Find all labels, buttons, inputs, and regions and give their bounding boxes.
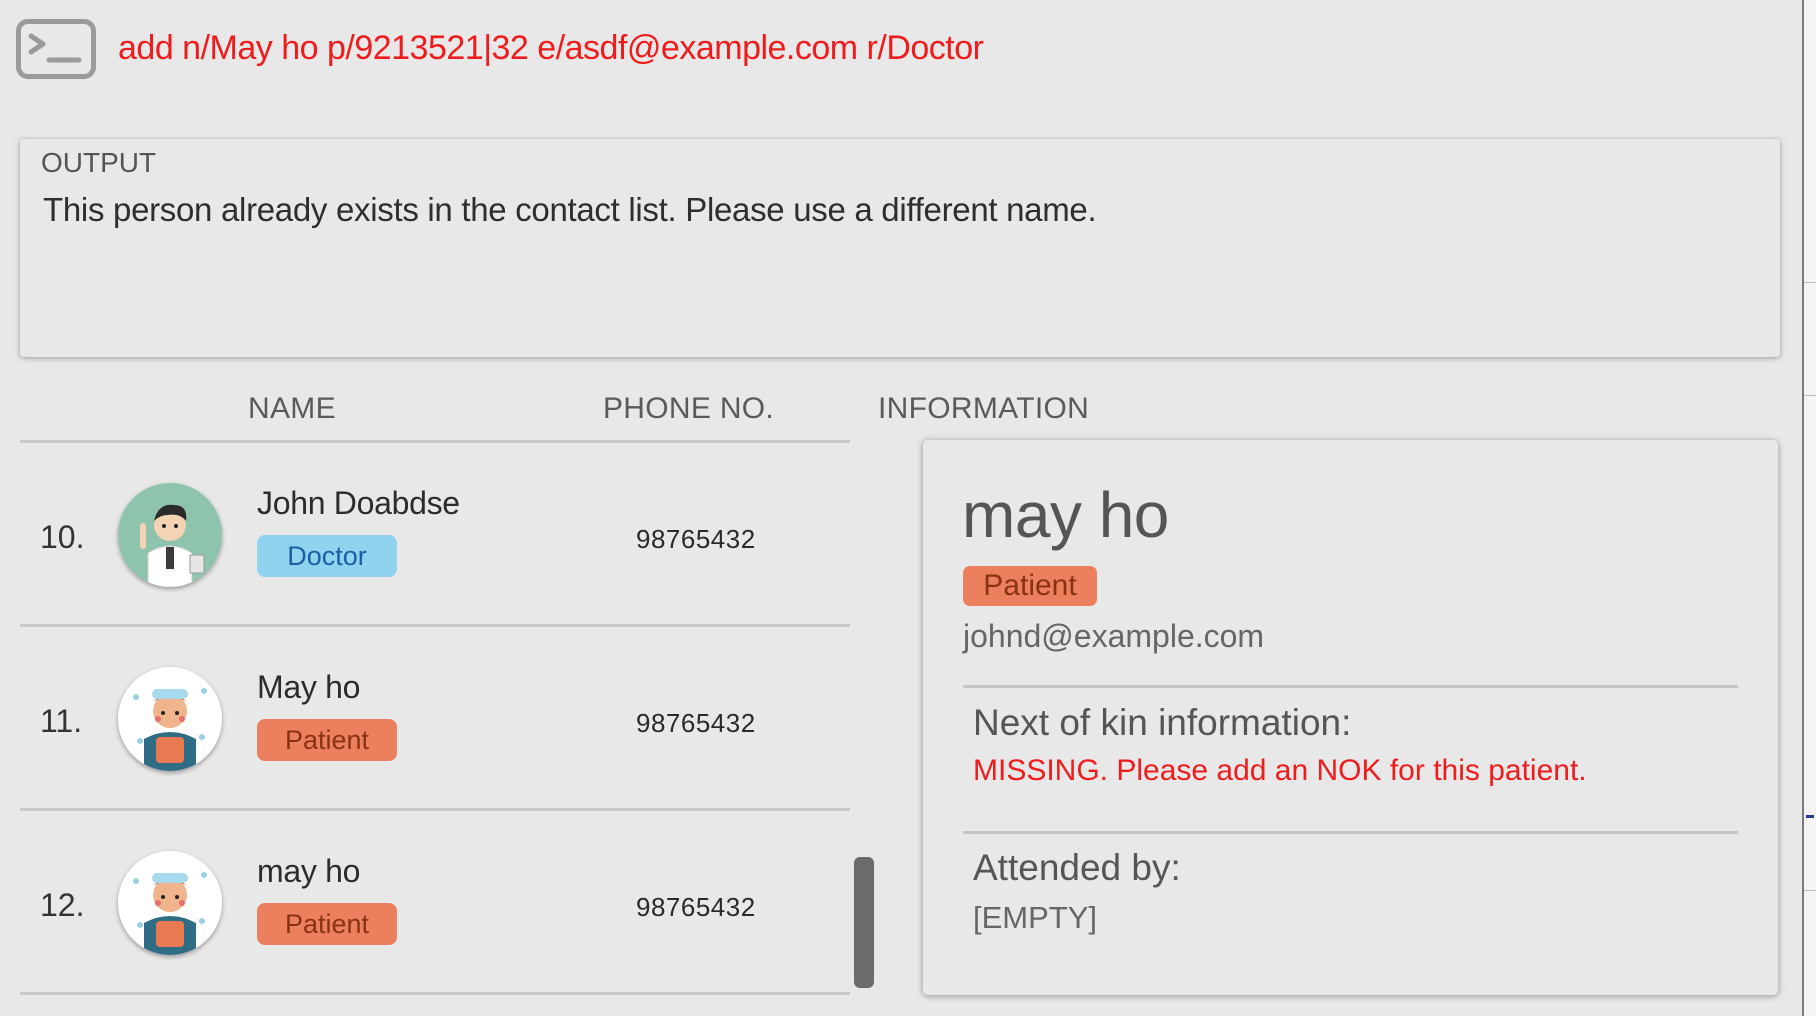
edge-tick [1804, 890, 1816, 891]
info-divider [963, 685, 1738, 688]
information-card: may ho Patient johnd@example.com Next of… [923, 440, 1778, 995]
contact-name: John Doabdse [257, 485, 460, 521]
contact-phone: 98765432 [636, 892, 756, 922]
command-input[interactable] [118, 22, 1718, 74]
command-bar [0, 0, 1790, 100]
row-index: 10. [40, 519, 85, 555]
information-header: INFORMATION [878, 392, 1090, 425]
contact-row-11[interactable]: 11. May ho Patient 98765432 [20, 627, 850, 808]
patient-avatar-icon [118, 667, 222, 771]
info-divider [963, 831, 1738, 834]
contact-list[interactable]: 10. John Doabdse Doctor 98765432 11. May… [20, 440, 850, 1000]
patient-tag: Patient [257, 903, 397, 945]
contact-phone: 98765432 [636, 708, 756, 738]
nok-missing-message: MISSING. Please add an NOK for this pati… [973, 754, 1587, 787]
contact-phone: 98765432 [636, 524, 756, 554]
edge-tick [1804, 282, 1816, 283]
phone-column-header: PHONE NO. [603, 392, 775, 425]
contact-name: may ho [257, 853, 361, 889]
row-index: 11. [40, 703, 83, 739]
window-edge [1802, 0, 1816, 1016]
nok-title: Next of kin information: [973, 702, 1352, 743]
patient-tag: Patient [963, 566, 1097, 606]
patient-tag: Patient [257, 719, 397, 761]
name-column-header: NAME [248, 392, 336, 425]
info-email: johnd@example.com [963, 618, 1265, 654]
doctor-tag: Doctor [257, 535, 397, 577]
list-scrollbar-thumb[interactable] [854, 857, 874, 988]
edge-tick [1804, 395, 1816, 396]
patient-avatar-icon [118, 851, 222, 955]
info-name: may ho [962, 479, 1169, 551]
contact-name: May ho [257, 669, 361, 705]
output-panel: OUTPUT This person already exists in the… [20, 139, 1780, 357]
app-window: OUTPUT This person already exists in the… [0, 0, 1816, 1016]
output-label: OUTPUT [41, 147, 157, 178]
list-divider [20, 992, 850, 995]
attended-by-title: Attended by: [973, 847, 1181, 888]
attended-by-value: [EMPTY] [973, 900, 1098, 935]
contact-row-12[interactable]: 12. may ho Patient 98765432 [20, 811, 850, 992]
doctor-avatar-icon [118, 483, 222, 587]
edge-mark [1806, 815, 1814, 818]
contact-row-10[interactable]: 10. John Doabdse Doctor 98765432 [20, 443, 850, 624]
terminal-icon [16, 19, 96, 79]
output-message: This person already exists in the contac… [43, 191, 1097, 228]
row-index: 12. [40, 887, 85, 923]
